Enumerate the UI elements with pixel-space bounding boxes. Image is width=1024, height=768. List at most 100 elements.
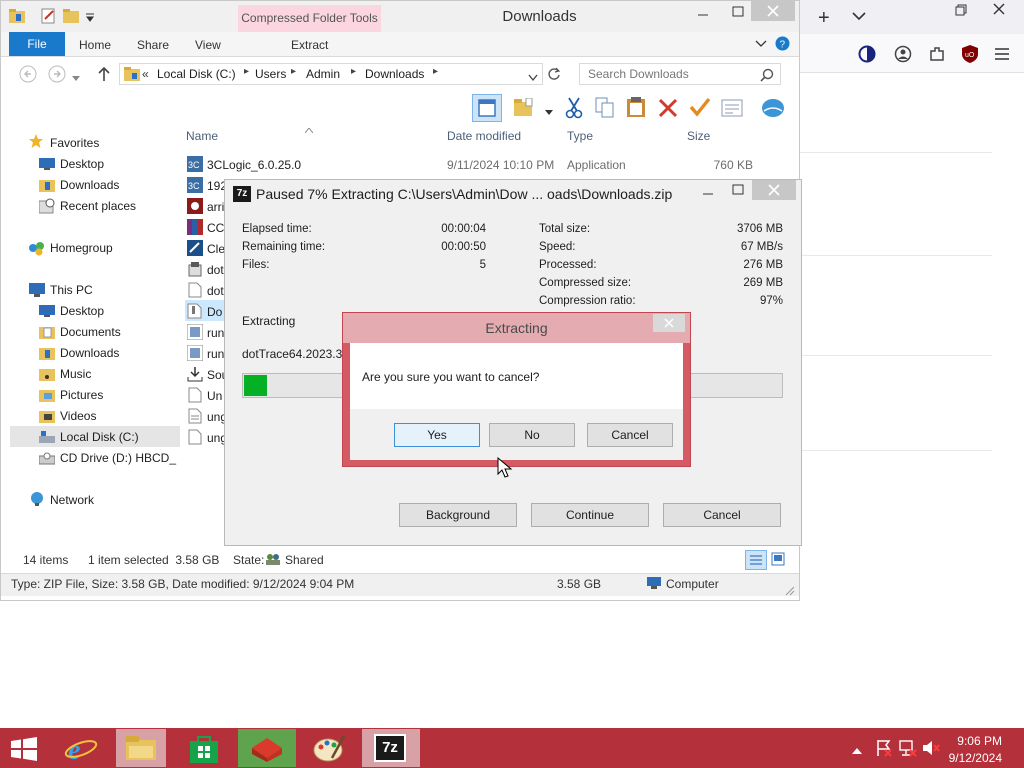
contrast-icon[interactable] — [858, 45, 876, 66]
minimize-icon[interactable] — [697, 6, 709, 21]
dropdown-icon[interactable] — [545, 105, 553, 119]
nav-homegroup[interactable]: Homegroup — [50, 241, 113, 255]
tab-share[interactable]: Share — [137, 38, 169, 52]
yes-button[interactable]: Yes — [394, 423, 480, 447]
file-name[interactable]: CC — [207, 221, 224, 235]
breadcrumb-downloads[interactable]: Downloads — [365, 67, 424, 81]
rename-check-icon[interactable] — [689, 97, 711, 120]
column-date-modified[interactable]: Date modified — [447, 129, 521, 143]
cancel-button[interactable]: Cancel — [587, 423, 673, 447]
paint-icon[interactable] — [312, 734, 346, 767]
help-icon[interactable]: ? — [775, 36, 790, 54]
breadcrumb-local-disk[interactable]: Local Disk (C:) — [157, 67, 236, 81]
nav-pc-local-disk[interactable]: Local Disk (C:) — [60, 430, 139, 444]
address-overflow[interactable]: « — [142, 67, 149, 81]
no-button[interactable]: No — [489, 423, 575, 447]
account-icon[interactable] — [894, 45, 912, 66]
store-icon[interactable] — [189, 735, 219, 766]
cut-icon[interactable] — [565, 97, 583, 122]
continue-button[interactable]: Continue — [531, 503, 649, 527]
ribbon-collapse-icon[interactable] — [755, 38, 767, 52]
breadcrumb-admin[interactable]: Admin — [306, 67, 340, 81]
column-name[interactable]: Name — [186, 129, 218, 143]
address-bar[interactable]: « Local Disk (C:) ▸ Users ▸ Admin ▸ Down… — [119, 63, 543, 85]
network-status-icon[interactable] — [899, 739, 917, 760]
tab-home[interactable]: Home — [79, 38, 111, 52]
nav-pc-videos[interactable]: Videos — [60, 409, 96, 423]
breadcrumb-separator[interactable]: ▸ — [244, 66, 249, 77]
view-pane-icon[interactable] — [472, 94, 502, 122]
folder-options-icon[interactable] — [514, 97, 536, 121]
tab-file[interactable]: File — [9, 32, 65, 56]
file-name[interactable]: arri — [207, 200, 224, 214]
nav-pc-desktop[interactable]: Desktop — [60, 304, 104, 318]
up-icon[interactable] — [97, 66, 111, 85]
refresh-icon[interactable] — [547, 67, 561, 84]
delete-icon[interactable] — [658, 98, 678, 121]
file-name[interactable]: Un — [207, 389, 222, 403]
network-globe-icon[interactable] — [761, 97, 785, 122]
nav-pc-downloads[interactable]: Downloads — [60, 346, 119, 360]
maximize-icon[interactable] — [732, 6, 744, 21]
start-button-icon[interactable] — [10, 737, 38, 764]
forward-icon[interactable] — [48, 65, 66, 86]
taskbar-explorer[interactable] — [116, 729, 166, 767]
nav-fav-desktop[interactable]: Desktop — [60, 157, 104, 171]
maximize-icon[interactable] — [732, 184, 744, 199]
breadcrumb-separator[interactable]: ▸ — [351, 66, 356, 77]
nav-pc-music[interactable]: Music — [60, 367, 91, 381]
file-name[interactable]: run — [207, 326, 224, 340]
column-type[interactable]: Type — [567, 129, 593, 143]
nav-favorites[interactable]: Favorites — [50, 136, 99, 150]
ublock-icon[interactable]: uO — [961, 44, 979, 67]
large-icons-view-icon[interactable] — [771, 552, 785, 569]
file-name-selected[interactable]: Do — [207, 305, 222, 319]
properties-window-icon[interactable] — [721, 99, 743, 120]
nav-pc-cd-drive[interactable]: CD Drive (D:) HBCD_ — [60, 451, 176, 465]
clock-date[interactable]: 9/12/2024 — [930, 751, 1002, 765]
taskbar-7zip[interactable]: 7z — [362, 729, 420, 767]
file-name[interactable]: Cle — [207, 242, 225, 256]
nav-pc-pictures[interactable]: Pictures — [60, 388, 103, 402]
svg-text:?: ? — [780, 40, 786, 51]
nav-pc-documents[interactable]: Documents — [60, 325, 121, 339]
taskbar-app[interactable] — [238, 729, 296, 767]
address-dropdown-icon[interactable] — [528, 71, 538, 85]
show-hidden-icons-icon[interactable] — [852, 744, 862, 758]
nav-fav-downloads[interactable]: Downloads — [60, 178, 119, 192]
file-name[interactable]: run — [207, 347, 224, 361]
cancel-button[interactable]: Cancel — [663, 503, 781, 527]
breadcrumb-users[interactable]: Users — [255, 67, 286, 81]
progress-title-bar: 7z Paused 7% Extracting C:\Users\Admin\D… — [225, 180, 801, 208]
menu-icon[interactable] — [994, 47, 1010, 64]
back-icon[interactable] — [19, 65, 37, 86]
nav-network[interactable]: Network — [50, 493, 94, 507]
search-input[interactable]: Search Downloads — [579, 63, 781, 85]
tab-view[interactable]: View — [195, 38, 221, 52]
details-view-icon[interactable] — [745, 550, 767, 570]
action-center-icon[interactable] — [875, 739, 893, 760]
tab-extract[interactable]: Extract — [291, 38, 328, 52]
copy-icon[interactable] — [595, 97, 615, 122]
file-name[interactable]: dot — [207, 263, 224, 277]
resize-grip-icon[interactable] — [785, 585, 795, 599]
extensions-icon[interactable] — [928, 45, 946, 66]
file-name[interactable]: 3CLogic_6.0.25.0 — [207, 158, 301, 172]
paste-icon[interactable] — [626, 96, 646, 121]
breadcrumb-separator[interactable]: ▸ — [433, 66, 438, 77]
minimize-icon[interactable] — [702, 185, 714, 200]
recent-dropdown-icon[interactable] — [72, 71, 80, 85]
file-name[interactable]: dot — [207, 284, 224, 298]
search-icon[interactable] — [760, 68, 774, 85]
close-button[interactable] — [653, 314, 685, 332]
close-button[interactable] — [752, 180, 796, 200]
file-type: Application — [567, 158, 626, 172]
clock-time[interactable]: 9:06 PM — [930, 734, 1002, 748]
nav-fav-recent-places[interactable]: Recent places — [60, 199, 136, 213]
nav-this-pc[interactable]: This PC — [50, 283, 93, 297]
breadcrumb-separator[interactable]: ▸ — [291, 66, 296, 77]
column-size[interactable]: Size — [687, 129, 710, 143]
close-button[interactable] — [751, 1, 795, 21]
internet-explorer-icon[interactable]: e — [64, 733, 98, 766]
background-button[interactable]: Background — [399, 503, 517, 527]
